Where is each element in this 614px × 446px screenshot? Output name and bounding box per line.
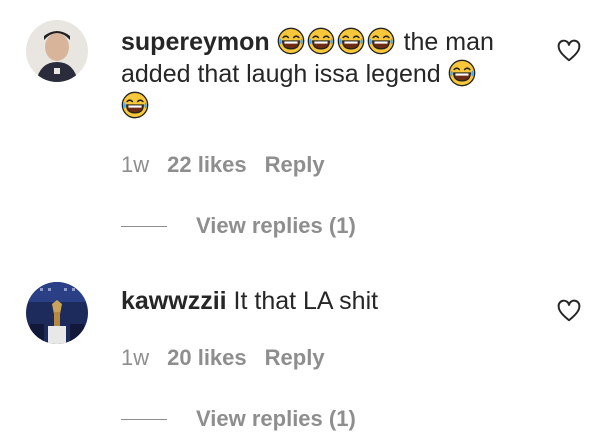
comment-text: supereymon the man added that laugh issa… [121,26,494,122]
laughing-emoji-icon [277,27,305,55]
divider-line [121,225,167,227]
view-replies-button[interactable]: View replies (1) [121,404,356,434]
timestamp[interactable]: 1w [121,345,149,370]
divider-line [121,418,167,420]
laughing-emoji-icon [367,27,395,55]
laughing-emoji-icon [121,91,149,119]
likes-count[interactable]: 20 likes [167,345,247,370]
avatar[interactable] [26,20,88,82]
laughing-emoji-icon [307,27,335,55]
likes-count[interactable]: 22 likes [167,152,247,177]
laughing-emoji-icon [337,27,365,55]
reply-button[interactable]: Reply [265,152,325,177]
timestamp[interactable]: 1w [121,152,149,177]
view-replies-button[interactable]: View replies (1) [121,211,356,241]
heart-icon[interactable] [556,298,582,324]
avatar[interactable] [26,282,88,344]
heart-icon[interactable] [556,38,582,64]
comment-meta: 1w 20 likes Reply [121,345,325,371]
view-replies-label: View replies (1) [196,213,356,238]
laughing-emoji-icon [448,59,476,87]
comment-meta: 1w 22 likes Reply [121,152,325,178]
comment-text-segment: the man [403,28,494,56]
comment-text-segment: It that LA shit [233,287,379,315]
view-replies-label: View replies (1) [196,406,356,431]
reply-button[interactable]: Reply [265,345,325,370]
username[interactable]: supereymon [121,28,270,56]
username[interactable]: kawwzzii [121,287,227,315]
comment-text: kawwzzii It that LA shit [121,285,378,317]
comment-text-segment: added that laugh issa legend [121,60,441,88]
